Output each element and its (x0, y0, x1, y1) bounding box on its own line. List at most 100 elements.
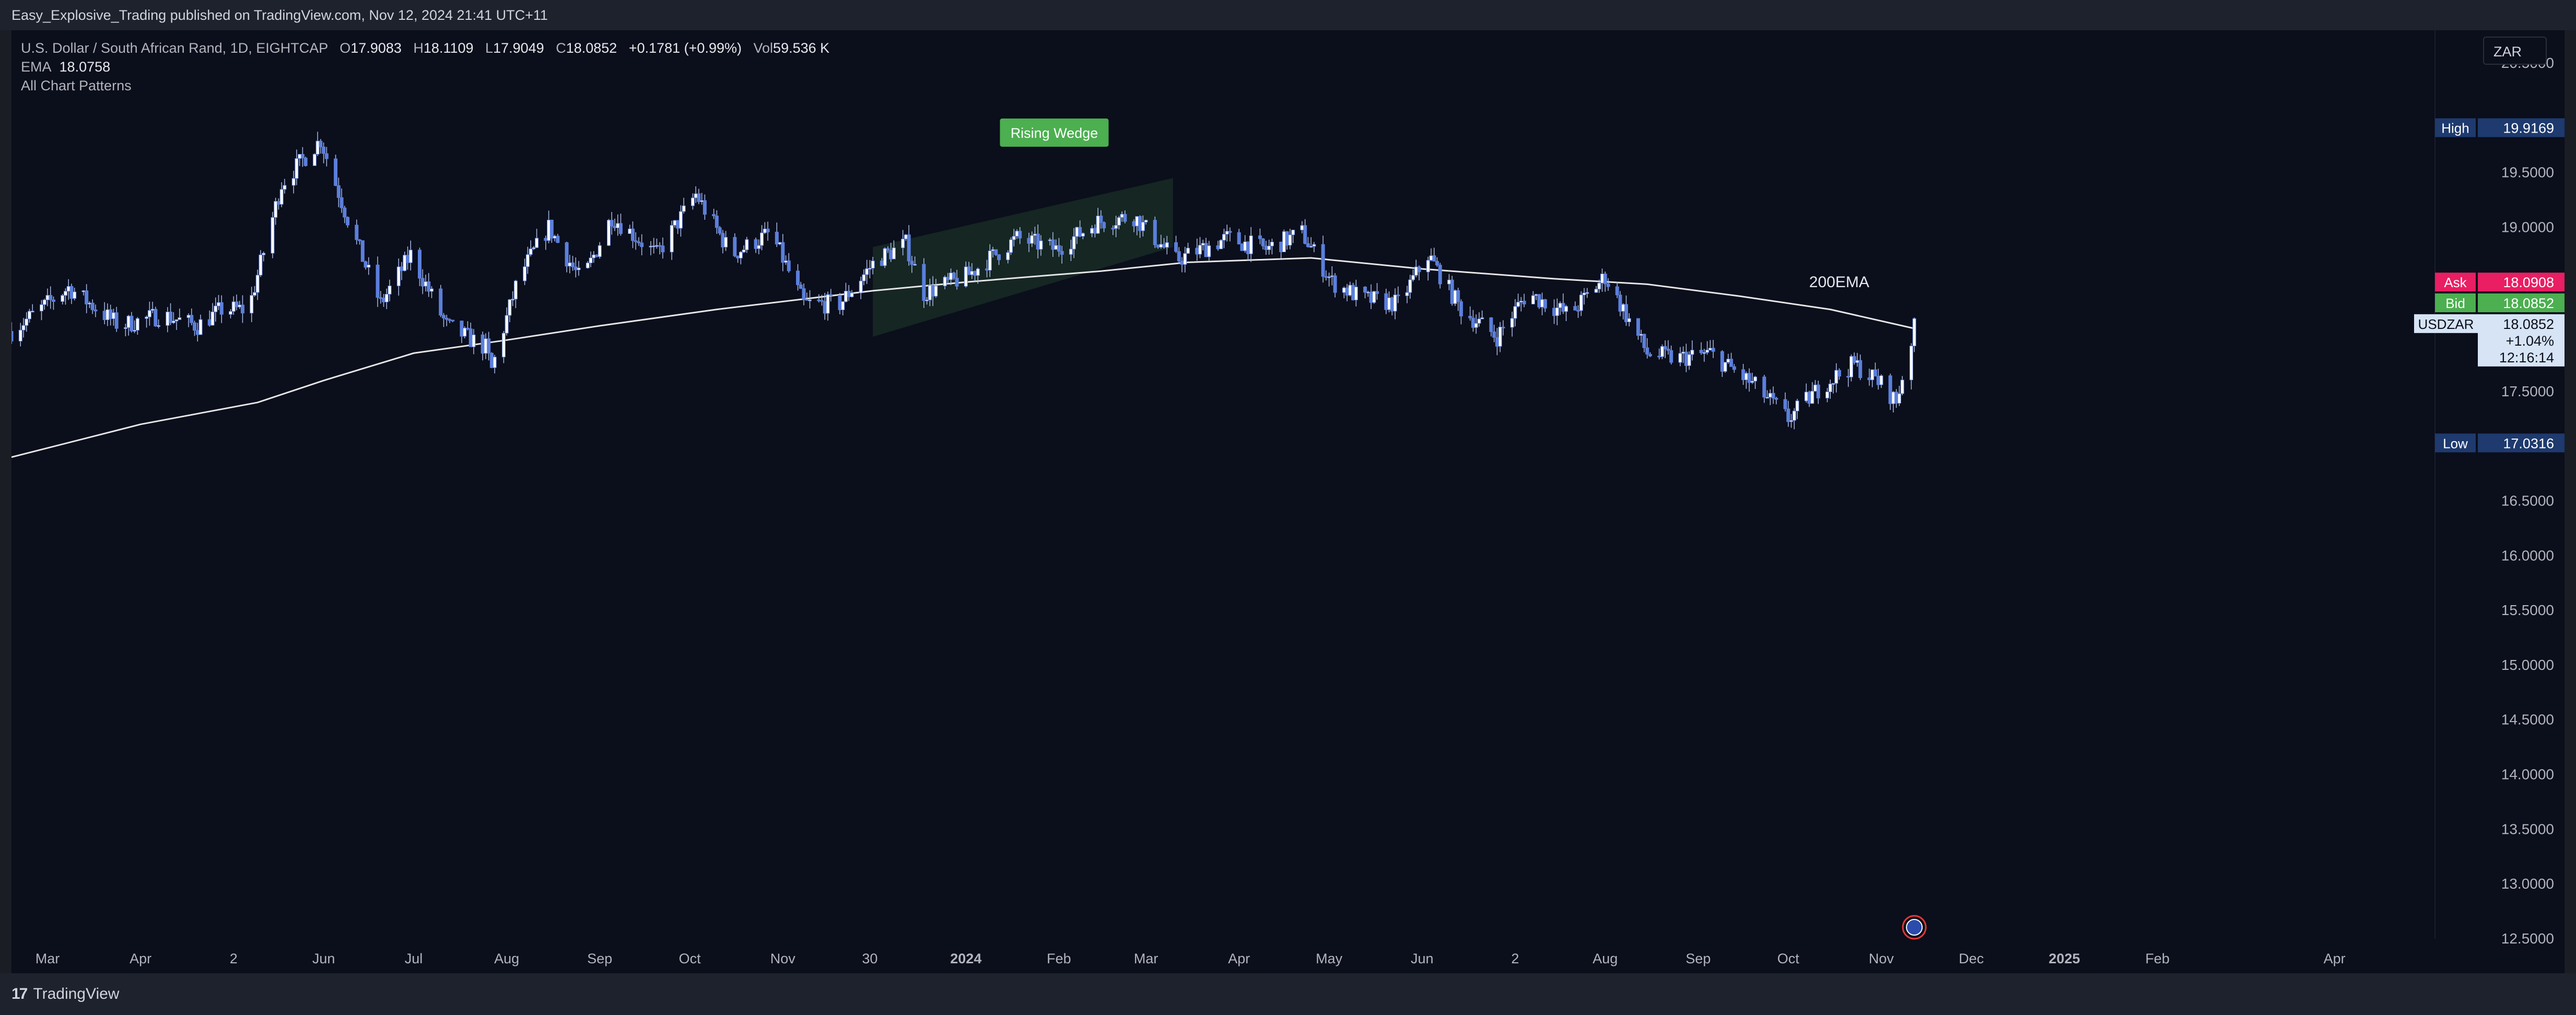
x-tick-label: Sep (587, 951, 612, 966)
candle-body (1285, 231, 1289, 246)
ema-row[interactable]: EMA 18.0758 (21, 57, 829, 76)
candle-body (1768, 393, 1772, 398)
candle-body (742, 249, 746, 253)
candle (529, 240, 533, 257)
candle-body (697, 193, 701, 202)
candle (271, 211, 275, 258)
price-chart[interactable]: 20.500019.500019.000018.500018.000017.50… (11, 30, 2565, 973)
candle (715, 210, 719, 234)
candle-body (838, 295, 842, 310)
candle-body (862, 274, 866, 281)
candle (1237, 229, 1241, 245)
candle (1312, 242, 1316, 253)
candle-body (61, 295, 65, 302)
candle (573, 257, 578, 278)
last-price-tag: 18.0852+1.04%12:16:14 USDZAR (2414, 314, 2565, 367)
candle (1852, 352, 1856, 365)
patterns-row[interactable]: All Chart Patterns (21, 76, 829, 95)
candle-body (171, 321, 175, 323)
chart-area[interactable]: 20.500019.500019.000018.500018.000017.50… (11, 30, 2565, 973)
candle (1279, 241, 1283, 259)
candle (721, 230, 725, 254)
candle (61, 293, 65, 305)
patterns-label: All Chart Patterns (21, 78, 132, 93)
candle-body (1165, 242, 1169, 248)
event-flag (1906, 919, 1923, 936)
candle (1426, 256, 1430, 281)
symbol-text[interactable]: U.S. Dollar / South African Rand, 1D, EI… (21, 40, 328, 56)
x-tick-label: Mar (1134, 951, 1158, 966)
candle-body (39, 304, 43, 312)
close-value: 18.0852 (566, 40, 617, 56)
candle (1702, 348, 1706, 362)
candle-body (444, 317, 449, 320)
candle-body (291, 178, 296, 186)
x-tick-label: Feb (1047, 951, 1071, 966)
candle (1558, 301, 1562, 315)
candle (1498, 322, 1502, 352)
candle-body (238, 304, 242, 308)
candle (126, 315, 131, 336)
tradingview-logo[interactable]: 17 TradingView (11, 985, 119, 1003)
currency-button[interactable]: ZAR (2483, 37, 2547, 65)
candle-body (1786, 408, 1790, 422)
candle-body (931, 285, 935, 297)
candle-body (396, 266, 401, 287)
candle-body (322, 146, 326, 154)
candle-body (1666, 348, 1670, 351)
symbol-tag: USDZAR (2418, 316, 2474, 332)
candle-body (1258, 235, 1262, 239)
candle (1657, 348, 1661, 360)
candle-body (252, 292, 256, 296)
candle-body (1873, 369, 1877, 376)
candle (463, 326, 467, 339)
candle (1198, 237, 1202, 258)
candle-body (501, 333, 506, 358)
candle-body (910, 261, 914, 265)
candle-body (1828, 383, 1832, 392)
candle (690, 193, 695, 210)
x-tick-label: Aug (1593, 951, 1618, 966)
vol-value: 59.536 K (773, 40, 830, 56)
candle (69, 284, 74, 304)
candle-body (661, 245, 665, 253)
candle (1177, 247, 1181, 264)
candle-body (1594, 289, 1598, 293)
candle (1600, 268, 1605, 292)
candle-body (45, 295, 50, 300)
candle (511, 291, 515, 306)
candle (1330, 266, 1334, 286)
candle-body (886, 248, 890, 251)
candle-body (1747, 373, 1751, 383)
candle-body (1858, 360, 1863, 379)
candle (1867, 369, 1871, 386)
candle (493, 355, 497, 374)
candle (388, 279, 392, 302)
candle-body (240, 304, 244, 314)
y-tick-label: 14.0000 (2501, 766, 2554, 783)
candle-body (1429, 255, 1433, 261)
candle (1579, 291, 1583, 316)
candle (1666, 340, 1670, 355)
candle (400, 262, 404, 280)
candle-body (1240, 244, 1244, 251)
candle-body (469, 328, 473, 347)
candle-body (1723, 362, 1727, 372)
candle (1228, 227, 1232, 242)
candle-body (1081, 233, 1085, 237)
candle-body (1495, 337, 1499, 347)
candle (444, 314, 449, 326)
candle-body (1123, 214, 1127, 222)
candle-body (1411, 275, 1415, 280)
candle-body (1162, 244, 1166, 248)
candle (565, 241, 569, 273)
candle-body (25, 318, 29, 326)
candle-body (319, 140, 323, 147)
candle (1810, 382, 1814, 404)
candle-body (406, 255, 410, 263)
chart-legend: U.S. Dollar / South African Rand, 1D, EI… (21, 39, 829, 95)
candle (472, 329, 476, 355)
candle (300, 147, 305, 167)
candle (1825, 388, 1829, 403)
candle-body (1816, 384, 1820, 398)
